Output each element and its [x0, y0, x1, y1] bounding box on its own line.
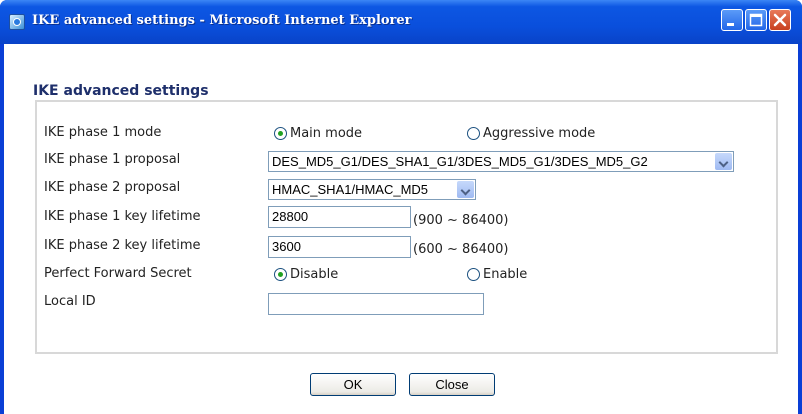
phase1-lifetime-input[interactable]: 28800	[268, 206, 411, 228]
radio-pfs-disable-label: Disable	[290, 267, 339, 282]
phase2-lifetime-label: IKE phase 2 key lifetime	[44, 238, 201, 253]
radio-aggressive-mode[interactable]: Aggressive mode	[467, 126, 595, 141]
local-id-input[interactable]	[268, 293, 484, 315]
radio-aggressive-mode-control[interactable]	[467, 127, 480, 140]
ok-button[interactable]: OK	[310, 373, 396, 396]
radio-pfs-enable[interactable]: Enable	[467, 267, 527, 282]
ie-window: IKE advanced settings - Microsoft Intern…	[0, 0, 802, 414]
local-id-label: Local ID	[44, 294, 96, 309]
radio-pfs-enable-control[interactable]	[467, 268, 480, 281]
settings-panel: IKE phase 1 mode Main mode Aggressive mo…	[35, 100, 778, 354]
phase2-lifetime-input[interactable]: 3600	[268, 236, 411, 258]
phase1-proposal-value: DES_MD5_G1/DES_SHA1_G1/3DES_MD5_G1/3DES_…	[272, 154, 648, 169]
window-title: IKE advanced settings - Microsoft Intern…	[32, 13, 412, 28]
maximize-icon	[749, 13, 763, 27]
close-icon	[773, 13, 787, 27]
ie-app-icon	[9, 14, 25, 30]
title-bar[interactable]: IKE advanced settings - Microsoft Intern…	[0, 0, 802, 44]
chevron-down-icon[interactable]	[457, 181, 474, 198]
phase2-lifetime-range: (600 ~ 86400)	[413, 242, 509, 257]
minimize-icon	[727, 23, 734, 26]
phase2-proposal-label: IKE phase 2 proposal	[44, 180, 181, 195]
close-window-button[interactable]	[769, 9, 791, 31]
radio-pfs-enable-label: Enable	[483, 267, 528, 282]
chevron-down-icon[interactable]	[715, 153, 732, 170]
phase1-proposal-label: IKE phase 1 proposal	[44, 152, 181, 167]
minimize-button[interactable]	[721, 9, 743, 31]
phase2-proposal-value: HMAC_SHA1/HMAC_MD5	[272, 182, 429, 197]
phase1-proposal-select[interactable]: DES_MD5_G1/DES_SHA1_G1/3DES_MD5_G1/3DES_…	[268, 151, 734, 172]
radio-main-mode-label: Main mode	[290, 126, 363, 141]
close-button[interactable]: Close	[409, 373, 495, 396]
radio-aggressive-mode-label: Aggressive mode	[483, 126, 596, 141]
maximize-button[interactable]	[745, 9, 767, 31]
dialog-content: IKE advanced settings IKE phase 1 mode M…	[4, 44, 798, 414]
page-title: IKE advanced settings	[33, 83, 209, 99]
phase1-lifetime-range: (900 ~ 86400)	[413, 213, 509, 228]
pfs-label: Perfect Forward Secret	[44, 266, 192, 281]
radio-main-mode-control[interactable]	[274, 127, 287, 140]
radio-pfs-disable-control[interactable]	[274, 268, 287, 281]
phase1-mode-label: IKE phase 1 mode	[44, 125, 162, 140]
phase2-proposal-select[interactable]: HMAC_SHA1/HMAC_MD5	[268, 179, 476, 200]
phase1-lifetime-label: IKE phase 1 key lifetime	[44, 209, 201, 224]
radio-main-mode[interactable]: Main mode	[274, 126, 362, 141]
radio-pfs-disable[interactable]: Disable	[274, 267, 338, 282]
